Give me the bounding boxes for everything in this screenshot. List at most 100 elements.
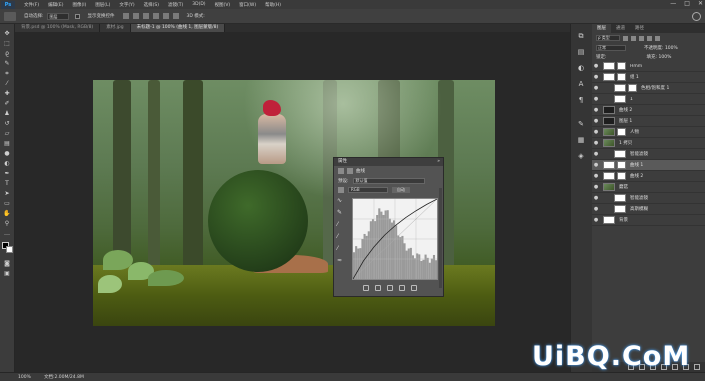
eye-icon[interactable]: ● <box>592 162 600 168</box>
reset-icon[interactable] <box>386 285 393 291</box>
point-edit-icon[interactable]: ∿ <box>337 198 343 204</box>
history-icon[interactable]: ⧉ <box>577 32 585 40</box>
document-info[interactable]: 文档:2.00M/24.8M <box>44 373 84 381</box>
smooth-icon[interactable]: ≈ <box>337 258 343 264</box>
menu-type[interactable]: 文字(Y) <box>119 2 134 8</box>
gray-eyedropper-icon[interactable]: ⁄ <box>337 234 343 240</box>
eye-icon[interactable]: ● <box>592 206 600 212</box>
search-icon[interactable] <box>692 12 701 21</box>
blend-mode-dropdown[interactable]: 正常 <box>596 44 626 51</box>
pencil-icon[interactable]: ✎ <box>337 210 343 216</box>
screen-mode-icon[interactable]: ▣ <box>3 270 11 277</box>
filter-type-icon[interactable] <box>639 35 644 41</box>
eye-icon[interactable]: ● <box>592 217 600 223</box>
more-icon[interactable]: … <box>3 230 11 237</box>
dodge-icon[interactable]: ◐ <box>3 160 11 167</box>
layer-row[interactable]: ● 曲线 2 <box>592 171 705 182</box>
pen-icon[interactable]: ✒ <box>3 170 11 177</box>
zoom-icon[interactable]: ⚲ <box>3 220 11 227</box>
align-bottom-icon[interactable] <box>142 13 149 19</box>
brush-icon[interactable]: ✐ <box>3 100 11 107</box>
hand-adjust-icon[interactable] <box>338 186 344 193</box>
eyedropper-icon[interactable]: ⁄ <box>3 80 11 87</box>
styles-icon[interactable]: ◈ <box>577 152 585 160</box>
layer-mask-thumbnail[interactable] <box>617 128 626 136</box>
clip-to-layer-icon[interactable] <box>362 285 369 291</box>
filter-kind-dropdown[interactable]: ρ 类型 <box>596 35 620 41</box>
eye-icon[interactable]: ● <box>592 195 600 201</box>
history-brush-icon[interactable]: ↺ <box>3 120 11 127</box>
tab-paths[interactable]: 路径 <box>630 24 649 33</box>
eye-icon[interactable]: ● <box>592 129 600 135</box>
quick-select-icon[interactable]: ✎ <box>3 60 11 67</box>
channel-dropdown[interactable]: RGB <box>348 186 388 193</box>
layer-row[interactable]: ● 曲线 1 <box>592 160 705 171</box>
show-transform-checkbox[interactable] <box>74 13 80 19</box>
close-icon[interactable]: » <box>437 158 440 166</box>
layer-row[interactable]: ● 人物 <box>592 127 705 138</box>
trash-icon[interactable] <box>410 285 417 291</box>
eye-icon[interactable]: ● <box>592 184 600 190</box>
crop-icon[interactable]: ⌗ <box>3 70 11 77</box>
path-select-icon[interactable]: ➤ <box>3 190 11 197</box>
layer-row[interactable]: ● 曲线 2 <box>592 105 705 116</box>
menu-edit[interactable]: 编辑(E) <box>48 2 63 8</box>
rectangle-icon[interactable]: ▭ <box>3 200 11 207</box>
menu-help[interactable]: 帮助(H) <box>265 2 281 8</box>
tab-channels[interactable]: 通道 <box>611 24 630 33</box>
menu-layer[interactable]: 图层(L) <box>95 2 110 8</box>
eye-icon[interactable]: ● <box>592 85 600 91</box>
opacity-field[interactable]: 不透明度: 100% <box>644 45 678 51</box>
eye-icon[interactable]: ● <box>592 140 600 146</box>
tab-document-3[interactable]: 未标题-1 @ 100% (曲线 1, 图层蒙版/8) <box>130 24 226 32</box>
marquee-icon[interactable]: ⬚ <box>3 40 11 47</box>
layer-row[interactable]: ● 组 1 <box>592 72 705 83</box>
auto-button[interactable]: 自动 <box>392 186 410 193</box>
align-top-icon[interactable] <box>122 13 129 19</box>
layer-row[interactable]: ● 图层 1 <box>592 116 705 127</box>
white-eyedropper-icon[interactable]: ⁄ <box>337 246 343 252</box>
layer-row[interactable]: ● 蘑菇 <box>592 182 705 193</box>
zoom-level[interactable]: 100% <box>18 373 31 381</box>
layer-row[interactable]: ● 1 拷贝 <box>592 138 705 149</box>
layer-row[interactable]: ● 背景 <box>592 215 705 226</box>
auto-select-dropdown[interactable]: 图层 <box>46 12 69 20</box>
maximize-button[interactable]: □ <box>684 0 690 7</box>
blur-icon[interactable]: ● <box>3 150 11 157</box>
layer-row[interactable]: ● 高斯模糊 <box>592 204 705 215</box>
filter-shape-icon[interactable] <box>647 35 652 41</box>
menu-3d[interactable]: 3D(D) <box>192 2 205 7</box>
eraser-icon[interactable]: ▱ <box>3 130 11 137</box>
eye-icon[interactable]: ● <box>592 151 600 157</box>
align-middle-icon[interactable] <box>132 13 139 19</box>
black-eyedropper-icon[interactable]: ⁄ <box>337 222 343 228</box>
filter-pixel-icon[interactable] <box>623 35 628 41</box>
properties-icon[interactable]: ▤ <box>577 48 585 56</box>
align-right-icon[interactable] <box>172 13 179 19</box>
lasso-icon[interactable]: ϱ <box>3 50 11 57</box>
eye-icon[interactable]: ● <box>592 118 600 124</box>
tab-document-2[interactable]: 素材.jpg <box>100 24 131 32</box>
layer-row[interactable]: ● 智能滤镜 <box>592 193 705 204</box>
eye-icon[interactable]: ● <box>592 63 600 69</box>
gradient-icon[interactable]: ▤ <box>3 140 11 147</box>
hand-icon[interactable]: ✋ <box>3 210 11 217</box>
background-color-swatch[interactable] <box>6 246 13 253</box>
menu-window[interactable]: 窗口(W) <box>239 2 256 8</box>
layer-row[interactable]: ● 色相/饱和度 1 <box>592 83 705 94</box>
layer-mask-thumbnail[interactable] <box>617 161 626 169</box>
move-tool-preset-icon[interactable] <box>4 11 16 21</box>
align-left-icon[interactable] <box>152 13 159 19</box>
menu-file[interactable]: 文件(F) <box>24 2 39 8</box>
visibility-icon[interactable] <box>398 285 405 291</box>
eye-icon[interactable]: ● <box>592 173 600 179</box>
mask-icon[interactable] <box>347 168 353 174</box>
character-icon[interactable]: A <box>577 80 585 88</box>
curve-graph[interactable] <box>352 198 438 280</box>
tab-document-1[interactable]: 背景.psd @ 100% (Mask, RGB/8) <box>15 24 101 32</box>
brushes-icon[interactable]: ✎ <box>577 120 585 128</box>
close-button[interactable]: ✕ <box>698 0 703 7</box>
eye-icon[interactable]: ● <box>592 74 600 80</box>
align-center-icon[interactable] <box>162 13 169 19</box>
quick-mask-icon[interactable]: ◙ <box>3 260 11 267</box>
